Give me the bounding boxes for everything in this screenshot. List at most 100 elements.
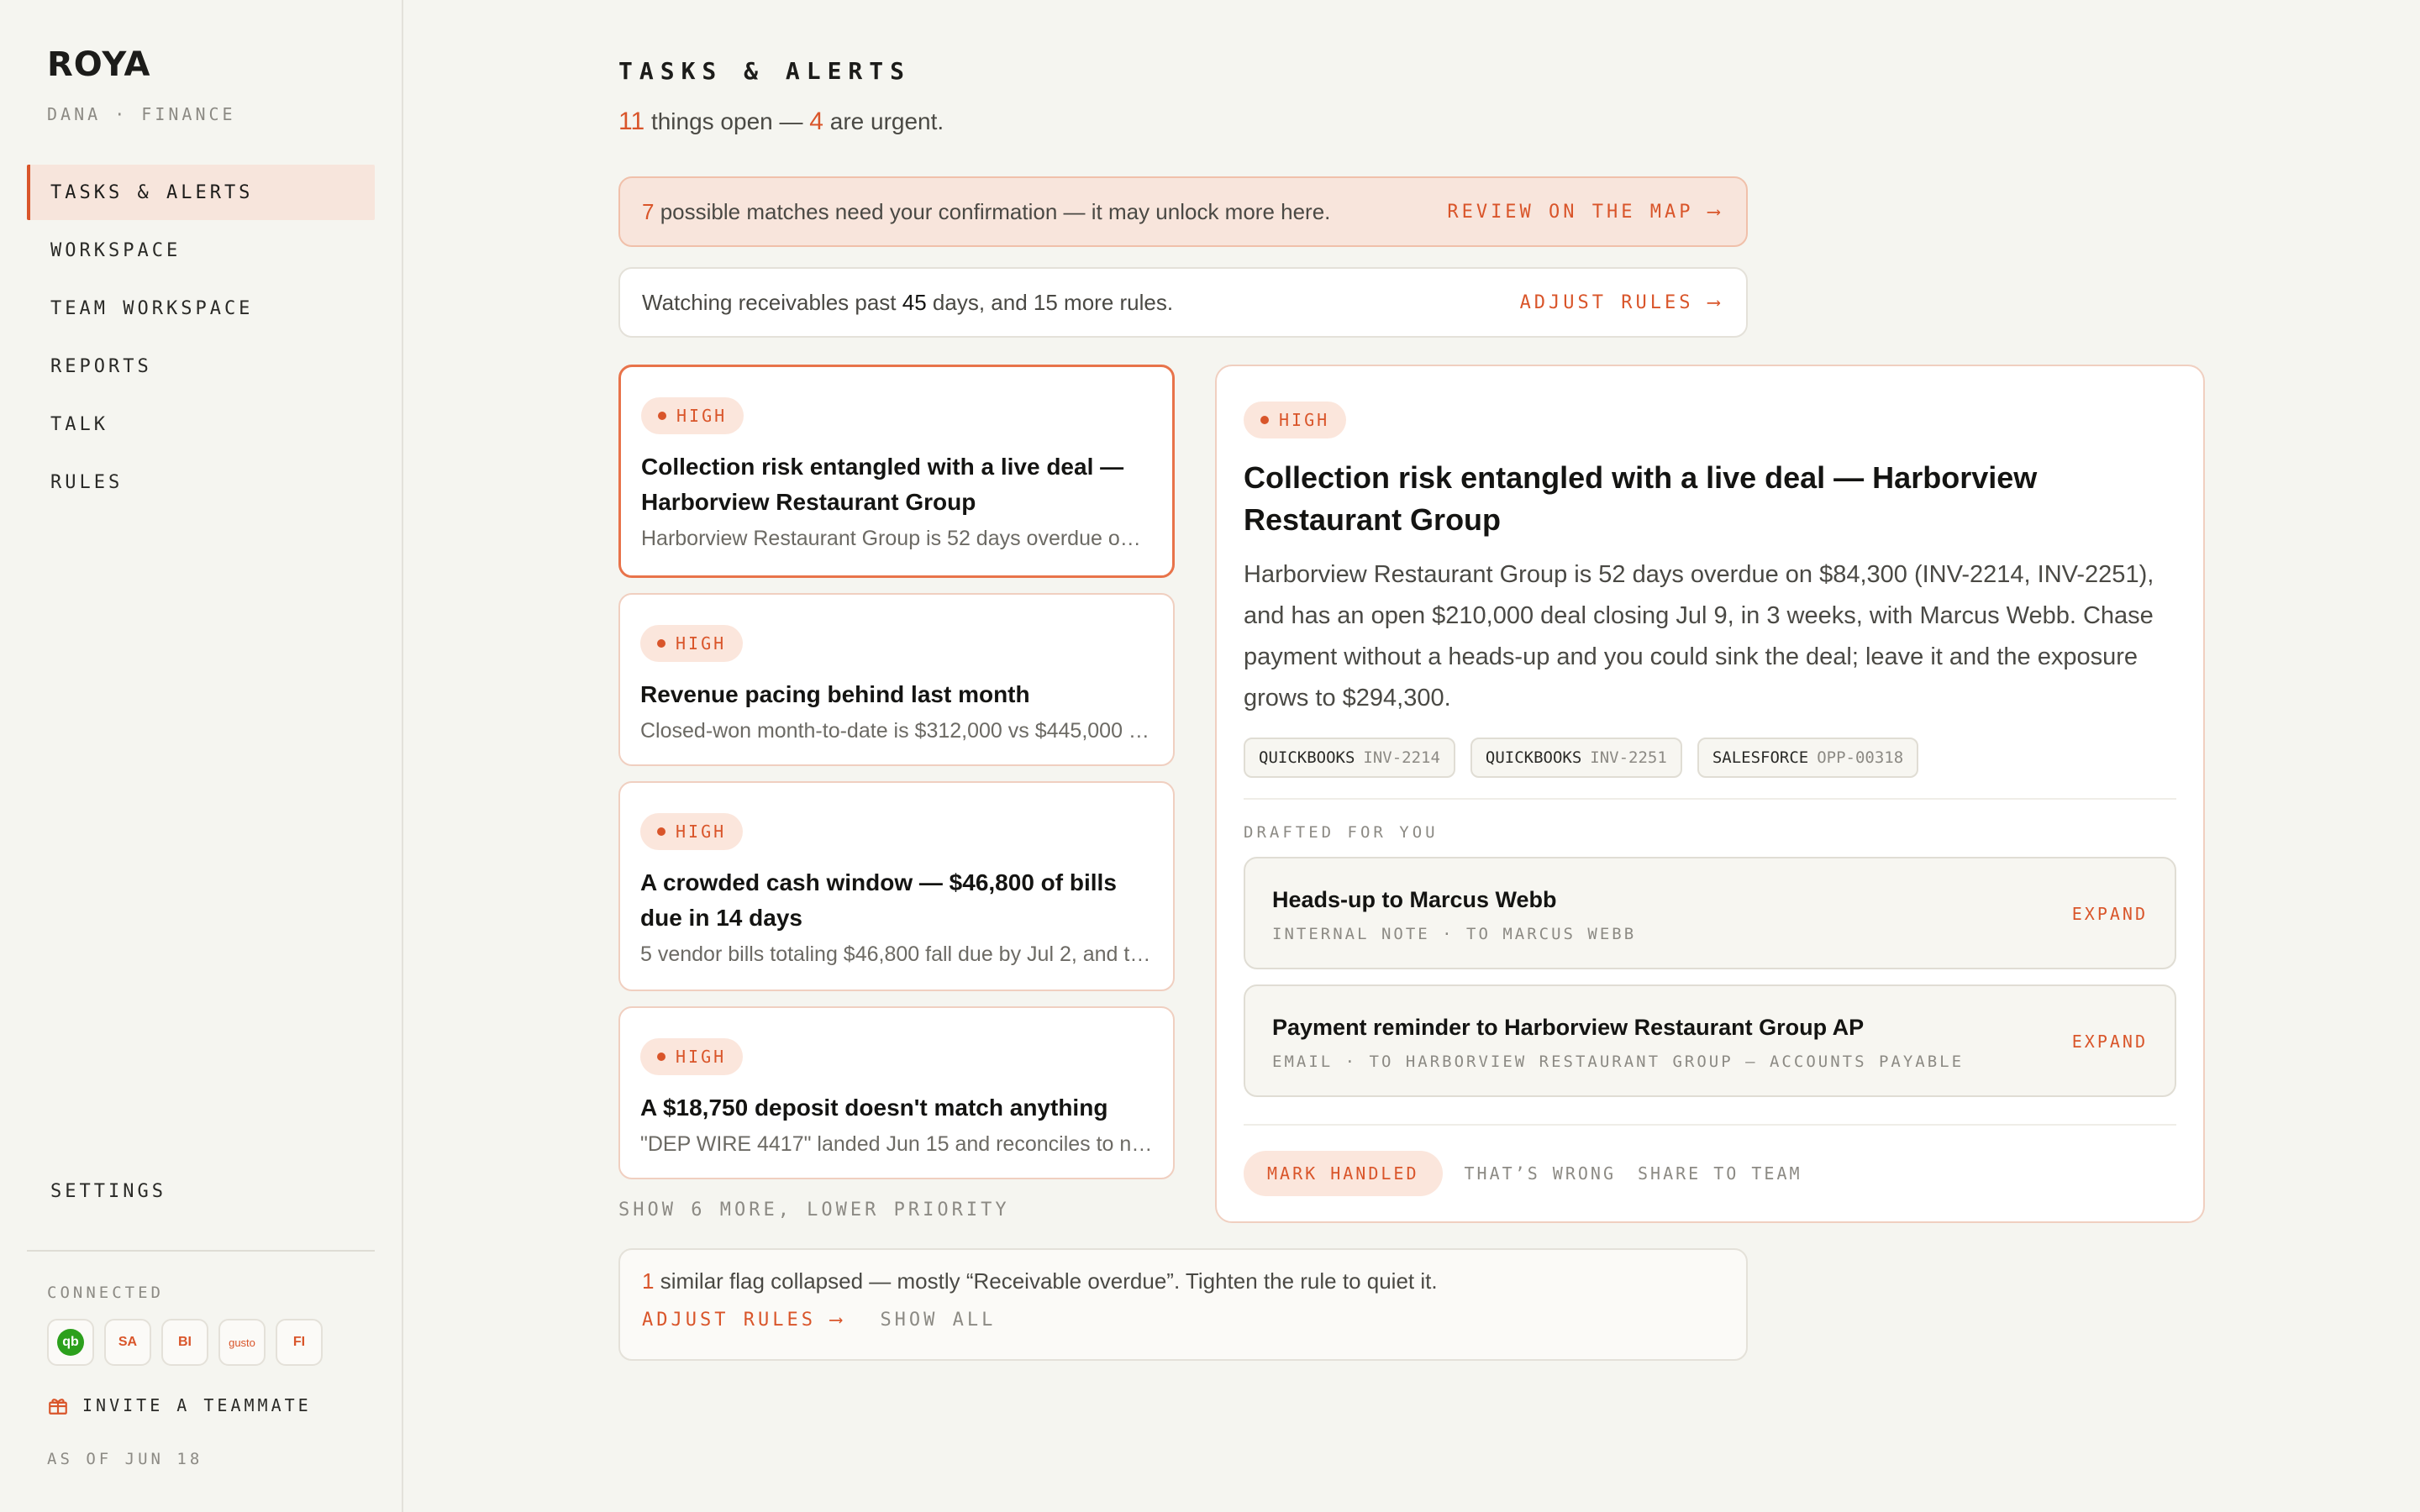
priority-badge: HIGH: [640, 813, 744, 850]
invite-teammate-button[interactable]: INVITE A TEAMMATE: [47, 1394, 312, 1416]
detail-body: Harborview Restaurant Group is 52 days o…: [1244, 561, 2154, 711]
alert-title: Revenue pacing behind last month: [640, 681, 1030, 707]
priority-badge: HIGH: [641, 397, 744, 434]
bi-icon[interactable]: BI: [161, 1319, 208, 1366]
app-logo: ROYA: [47, 45, 151, 84]
share-to-team-button[interactable]: SHARE TO TEAM: [1638, 1163, 1802, 1184]
source-chip[interactable]: SALESFORCE OPP-00318: [1697, 738, 1919, 778]
nav-item-tasks-alerts[interactable]: TASKS & ALERTS: [27, 165, 375, 220]
alert-title: Collection risk entangled with a live de…: [641, 454, 1124, 515]
divider: [1244, 1124, 2176, 1126]
priority-badge: HIGH: [1244, 402, 1347, 438]
priority-dot-icon: [658, 412, 666, 420]
chip-ref: OPP-00318: [1817, 748, 1904, 767]
collapsed-text: similar flag collapsed — mostly “Receiva…: [660, 1268, 1438, 1294]
priority-dot-icon: [657, 639, 666, 648]
chip-source: QUICKBOOKS: [1485, 748, 1582, 767]
chip-ref: INV-2251: [1590, 748, 1667, 767]
nav-item-settings[interactable]: SETTINGS: [50, 1181, 166, 1202]
matches-banner: 7 possible matches need your confirmatio…: [618, 176, 1748, 247]
alert-card[interactable]: HIGH A $18,750 deposit doesn't match any…: [618, 1006, 1175, 1179]
collapsed-actions: ADJUST RULES ⟶ SHOW ALL: [642, 1310, 1724, 1331]
draft-subtitle: INTERNAL NOTE · TO MARCUS WEBB: [1272, 925, 1637, 943]
integrations-row: qb SA BI gusto FI: [47, 1319, 323, 1366]
alert-title: A crowded cash window — $46,800 of bills…: [640, 869, 1117, 931]
thats-wrong-button[interactable]: THAT’S WRONG: [1465, 1163, 1617, 1184]
fi-icon[interactable]: FI: [276, 1319, 323, 1366]
alert-detail-panel: HIGH Collection risk entangled with a li…: [1215, 365, 2205, 1223]
show-more-button[interactable]: SHOW 6 MORE, LOWER PRIORITY: [618, 1200, 1010, 1221]
detail-title: Collection risk entangled with a live de…: [1244, 460, 2038, 537]
user-context: DANA · FINANCE: [47, 104, 236, 124]
connected-label: CONNECTED: [47, 1284, 164, 1302]
alert-preview: 5 vendor bills totaling $46,800 fall due…: [640, 942, 1153, 966]
alert-preview: Closed-won month-to-date is $312,000 vs …: [640, 719, 1153, 743]
rules-message: Watching receivables past 45 days, and 1…: [642, 290, 1173, 316]
nav-item-rules[interactable]: RULES: [27, 454, 375, 510]
review-on-map-link[interactable]: REVIEW ON THE MAP ⟶: [1447, 202, 1723, 223]
collapsed-adjust-rules-link[interactable]: ADJUST RULES ⟶: [642, 1310, 844, 1331]
priority-label: HIGH: [1279, 410, 1330, 430]
urgent-count: 4: [809, 108, 823, 135]
nav-item-talk[interactable]: TALK: [27, 396, 375, 452]
priority-badge: HIGH: [640, 625, 744, 662]
open-summary: 11 things open — 4 are urgent.: [618, 108, 944, 136]
draft-title: Heads-up to Marcus Webb: [1272, 887, 1557, 912]
nav-item-workspace[interactable]: WORKSPACE: [27, 223, 375, 278]
open-count: 11: [618, 108, 645, 135]
alert-title: A $18,750 deposit doesn't match anything: [640, 1095, 1108, 1121]
matches-count: 7: [642, 198, 655, 224]
main-nav: TASKS & ALERTS WORKSPACE TEAM WORKSPACE …: [27, 165, 375, 512]
matches-text: possible matches need your confirmation …: [660, 198, 1331, 224]
chip-source: SALESFORCE: [1712, 748, 1809, 767]
draft-item[interactable]: Heads-up to Marcus Webb INTERNAL NOTE · …: [1244, 857, 2176, 969]
nav-item-team-workspace[interactable]: TEAM WORKSPACE: [27, 281, 375, 336]
sidebar: ROYA DANA · FINANCE TASKS & ALERTS WORKS…: [0, 0, 403, 1512]
priority-label: HIGH: [676, 406, 728, 426]
priority-label: HIGH: [676, 1047, 727, 1067]
priority-dot-icon: [1260, 416, 1269, 424]
sidebar-divider: [27, 1250, 375, 1252]
mark-handled-button[interactable]: MARK HANDLED: [1244, 1151, 1443, 1196]
adjust-rules-link[interactable]: ADJUST RULES ⟶: [1520, 292, 1723, 313]
collapsed-message: 1 similar flag collapsed — mostly “Recei…: [642, 1268, 1724, 1294]
alert-card[interactable]: HIGH Collection risk entangled with a li…: [618, 365, 1175, 578]
source-chip[interactable]: QUICKBOOKS INV-2214: [1244, 738, 1455, 778]
collapsed-count: 1: [642, 1268, 655, 1294]
chip-source: QUICKBOOKS: [1259, 748, 1355, 767]
matches-message: 7 possible matches need your confirmatio…: [642, 199, 1330, 225]
invite-label: INVITE A TEAMMATE: [82, 1395, 312, 1415]
salesforce-icon[interactable]: SA: [104, 1319, 151, 1366]
priority-badge: HIGH: [640, 1038, 744, 1075]
draft-item[interactable]: Payment reminder to Harborview Restauran…: [1244, 984, 2176, 1097]
expand-button[interactable]: EXPAND: [2072, 904, 2148, 924]
gift-icon: [49, 1399, 67, 1415]
drafted-label: DRAFTED FOR YOU: [1244, 823, 1439, 842]
nav-item-reports[interactable]: REPORTS: [27, 339, 375, 394]
rules-banner: Watching receivables past 45 days, and 1…: [618, 267, 1748, 338]
rules-text-pre: Watching receivables past: [642, 289, 897, 315]
detail-actions: MARK HANDLED THAT’S WRONG SHARE TO TEAM: [1244, 1151, 2176, 1196]
gusto-icon[interactable]: gusto: [218, 1319, 266, 1366]
quickbooks-icon[interactable]: qb: [47, 1319, 94, 1366]
divider: [1244, 798, 2176, 800]
priority-label: HIGH: [676, 633, 727, 654]
rules-days: 45: [902, 289, 927, 315]
collapsed-flags: 1 similar flag collapsed — mostly “Recei…: [618, 1248, 1748, 1361]
priority-dot-icon: [657, 1053, 666, 1061]
draft-title: Payment reminder to Harborview Restauran…: [1272, 1015, 1865, 1040]
show-all-link[interactable]: SHOW ALL: [880, 1310, 996, 1331]
priority-dot-icon: [657, 827, 666, 836]
urgent-text: are urgent.: [829, 108, 944, 134]
open-text: things open —: [650, 108, 803, 134]
expand-button[interactable]: EXPAND: [2072, 1032, 2148, 1052]
alert-list: HIGH Collection risk entangled with a li…: [618, 365, 1175, 1194]
chip-ref: INV-2214: [1363, 748, 1440, 767]
priority-label: HIGH: [676, 822, 727, 842]
draft-subtitle: EMAIL · TO HARBORVIEW RESTAURANT GROUP —…: [1272, 1053, 1965, 1071]
alert-card[interactable]: HIGH Revenue pacing behind last month Cl…: [618, 593, 1175, 766]
page-title: TASKS & ALERTS: [618, 57, 912, 85]
source-chip[interactable]: QUICKBOOKS INV-2251: [1470, 738, 1682, 778]
rules-text-post: days, and 15 more rules.: [932, 289, 1174, 315]
alert-card[interactable]: HIGH A crowded cash window — $46,800 of …: [618, 781, 1175, 991]
